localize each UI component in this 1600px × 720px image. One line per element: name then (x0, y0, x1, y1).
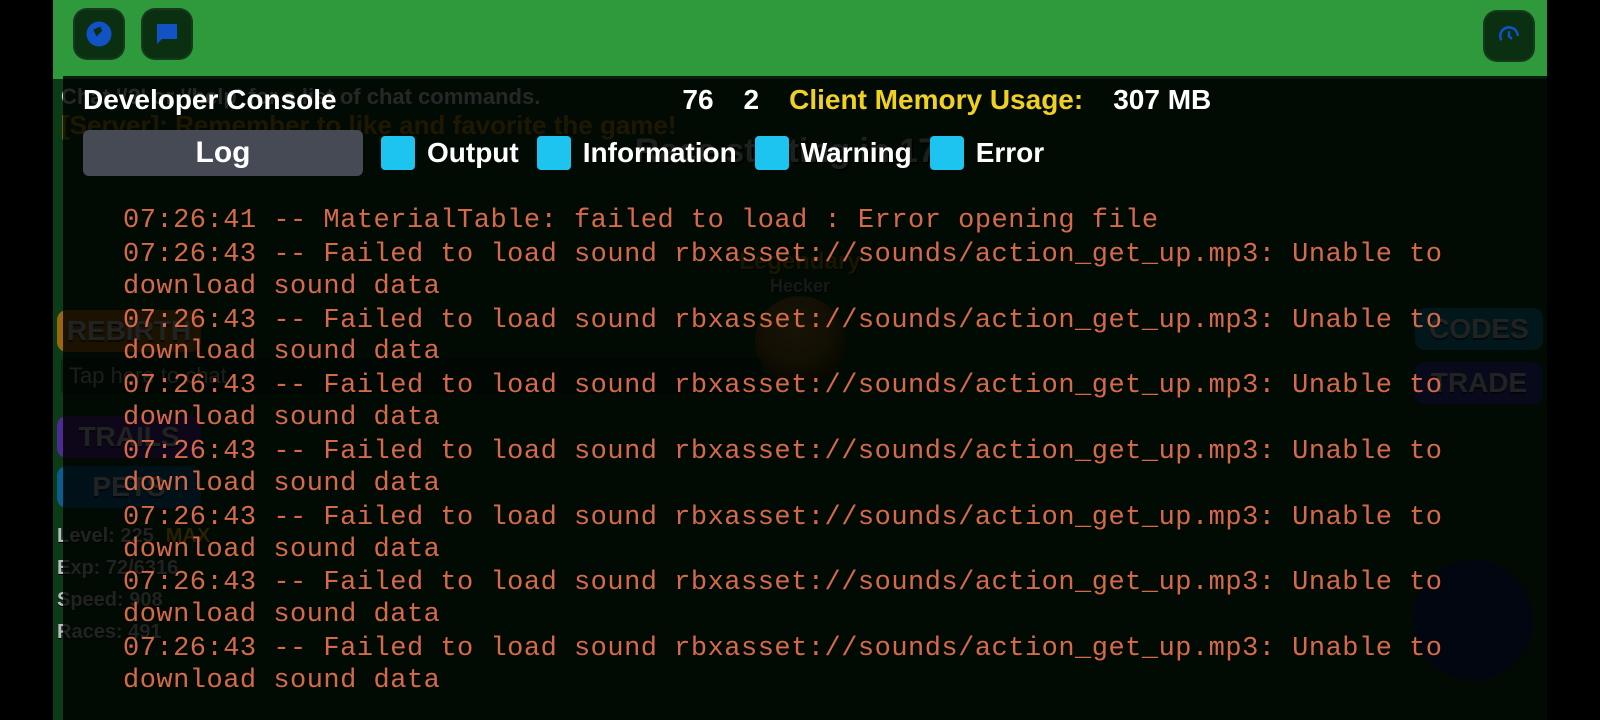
checkbox-icon[interactable] (537, 136, 571, 170)
log-line: 07:26:43 -- Failed to load sound rbxasse… (123, 240, 1537, 304)
checkbox-icon[interactable] (930, 136, 964, 170)
checkbox-icon[interactable] (381, 136, 415, 170)
log-line: 07:26:41 -- MaterialTable: failed to loa… (123, 206, 1537, 238)
compass-icon[interactable] (73, 8, 125, 60)
tab-log[interactable]: Log (83, 130, 363, 176)
console-header: Developer Console 76 2 Client Memory Usa… (63, 76, 1547, 124)
letterbox-right (1547, 0, 1600, 720)
console-tabs: Log Output Information Warning Error (63, 124, 1547, 186)
log-line: 07:26:43 -- Failed to load sound rbxasse… (123, 568, 1537, 632)
memory-usage-value: 307 MB (1113, 84, 1211, 116)
chat-icon[interactable] (141, 8, 193, 60)
log-line: 07:26:43 -- Failed to load sound rbxasse… (123, 371, 1537, 435)
filter-error-label: Error (976, 137, 1044, 169)
log-line: 07:26:43 -- Failed to load sound rbxasse… (123, 634, 1537, 698)
log-line: 07:26:43 -- Failed to load sound rbxasse… (123, 503, 1537, 567)
log-line: 07:26:43 -- Failed to load sound rbxasse… (123, 437, 1537, 501)
letterbox-left (0, 0, 53, 720)
filter-output[interactable]: Output (381, 136, 519, 170)
performance-icon[interactable] (1483, 10, 1535, 62)
memory-usage-label: Client Memory Usage: (789, 84, 1083, 116)
console-stat-1: 76 (682, 84, 713, 116)
filter-warning[interactable]: Warning (755, 136, 912, 170)
developer-console: Developer Console 76 2 Client Memory Usa… (63, 76, 1547, 720)
filter-warning-label: Warning (801, 137, 912, 169)
checkbox-icon[interactable] (755, 136, 789, 170)
log-line: 07:26:43 -- Failed to load sound rbxasse… (123, 306, 1537, 370)
filter-information[interactable]: Information (537, 136, 737, 170)
game-viewport: Chat '/?' or '/help' for a list of chat … (53, 0, 1547, 720)
console-title: Developer Console (83, 84, 337, 116)
filter-information-label: Information (583, 137, 737, 169)
log-output[interactable]: 07:26:41 -- MaterialTable: failed to loa… (123, 206, 1537, 720)
filter-output-label: Output (427, 137, 519, 169)
console-stat-2: 2 (744, 84, 760, 116)
filter-error[interactable]: Error (930, 136, 1044, 170)
